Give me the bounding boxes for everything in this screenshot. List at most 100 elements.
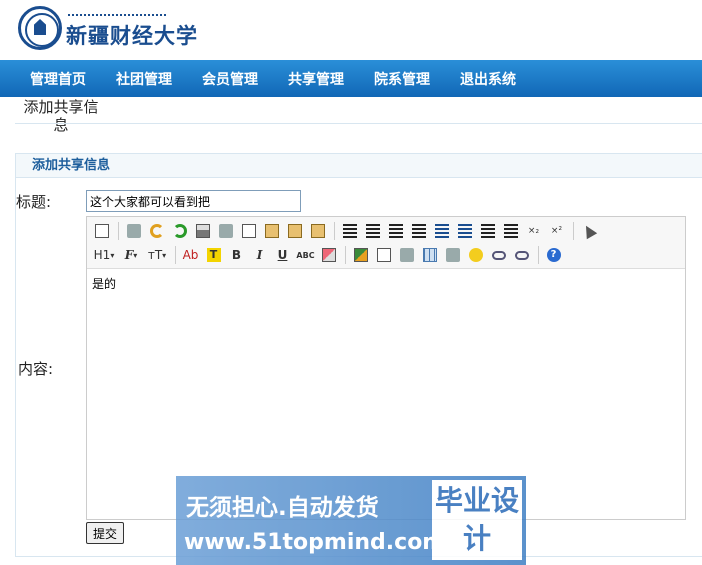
font-icon: F <box>124 248 134 262</box>
toolbar-separator <box>175 246 176 264</box>
help-icon: ? <box>546 248 561 262</box>
strikethrough-button[interactable]: ABC <box>295 245 316 265</box>
university-seal-icon <box>18 6 62 50</box>
italic-button[interactable]: I <box>249 245 270 265</box>
subscript-icon: ×₂ <box>527 226 540 236</box>
cut-button[interactable] <box>215 221 236 241</box>
toolbar-separator <box>538 246 539 264</box>
undo-button[interactable] <box>146 221 167 241</box>
insert-hr-button[interactable] <box>442 245 463 265</box>
submit-button[interactable]: 提交 <box>86 522 124 544</box>
align-center-icon <box>365 224 380 238</box>
heading-dropdown[interactable]: H1 ▾ <box>91 245 117 265</box>
font-family-dropdown[interactable]: F ▾ <box>119 245 143 265</box>
highlight-icon: T <box>206 248 221 262</box>
table-icon <box>422 248 437 262</box>
heading-icon: H1 <box>93 248 111 262</box>
nav-item-home[interactable]: 管理首页 <box>30 69 86 89</box>
insert-table-button[interactable] <box>419 245 440 265</box>
toolbar-separator <box>334 222 335 240</box>
unlink-button[interactable] <box>511 245 532 265</box>
chevron-down-icon: ▾ <box>133 250 138 260</box>
editor-toolbar: ×₂ ×² H1 ▾ F ▾ тT ▾ Ab T B I U ABC ? <box>87 217 685 269</box>
font-color-button[interactable]: Ab <box>180 245 201 265</box>
content-label: 内容: <box>18 360 54 378</box>
align-center-button[interactable] <box>362 221 383 241</box>
nav-item-logout[interactable]: 退出系统 <box>460 69 516 89</box>
insert-video-button[interactable] <box>396 245 417 265</box>
superscript-button[interactable]: ×² <box>546 221 567 241</box>
toolbar-row-1: ×₂ ×² <box>91 219 681 243</box>
underline-icon: U <box>277 248 288 262</box>
underline-button[interactable]: U <box>272 245 293 265</box>
print-button[interactable] <box>192 221 213 241</box>
source-button[interactable] <box>91 221 112 241</box>
horizontal-rule-icon <box>445 248 460 262</box>
ordered-list-button[interactable] <box>431 221 452 241</box>
select-button[interactable] <box>578 221 599 241</box>
logo-uyghur-script <box>68 6 166 16</box>
video-icon <box>399 248 414 262</box>
unordered-list-button[interactable] <box>454 221 475 241</box>
paste-text-icon <box>287 224 302 238</box>
fullscreen-button[interactable] <box>123 221 144 241</box>
strikethrough-icon: ABC <box>296 250 315 260</box>
nav-item-departments[interactable]: 院系管理 <box>374 69 430 89</box>
paste-word-button[interactable] <box>307 221 328 241</box>
emoticon-button[interactable] <box>465 245 486 265</box>
indent-icon <box>480 224 495 238</box>
logo-text: 新疆财经大学 <box>66 23 198 48</box>
remove-format-button[interactable] <box>318 245 339 265</box>
subscript-button[interactable]: ×₂ <box>523 221 544 241</box>
print-icon <box>195 224 210 238</box>
align-right-icon <box>388 224 403 238</box>
scissors-icon <box>218 224 233 238</box>
indent-button[interactable] <box>477 221 498 241</box>
insert-image-button[interactable] <box>350 245 371 265</box>
image-icon <box>353 248 368 262</box>
redo-button[interactable] <box>169 221 190 241</box>
unordered-list-icon <box>457 224 472 238</box>
chevron-down-icon: ▾ <box>110 250 115 260</box>
highlight-button[interactable]: T <box>203 245 224 265</box>
rich-text-editor: ×₂ ×² H1 ▾ F ▾ тT ▾ Ab T B I U ABC ? 是的 <box>86 216 686 520</box>
redo-icon <box>172 224 187 238</box>
panel-title: 添加共享信息 <box>16 154 702 178</box>
toolbar-row-2: H1 ▾ F ▾ тT ▾ Ab T B I U ABC ? <box>91 243 681 267</box>
nav-item-members[interactable]: 会员管理 <box>202 69 258 89</box>
link-button[interactable] <box>488 245 509 265</box>
justify-icon <box>411 224 426 238</box>
font-color-icon: Ab <box>182 248 199 262</box>
smile-icon <box>468 248 483 262</box>
align-right-button[interactable] <box>385 221 406 241</box>
bold-button[interactable]: B <box>226 245 247 265</box>
copy-button[interactable] <box>238 221 259 241</box>
cursor-icon <box>580 222 597 240</box>
paste-button[interactable] <box>261 221 282 241</box>
watermark-url: www.51topmind.com <box>184 530 446 555</box>
toolbar-separator <box>573 222 574 240</box>
nav-item-share[interactable]: 共享管理 <box>288 69 344 89</box>
nav-item-clubs[interactable]: 社团管理 <box>116 69 172 89</box>
watermark-slogan: 无须担心.自动发货 <box>186 495 379 521</box>
help-button[interactable]: ? <box>543 245 564 265</box>
eraser-icon <box>321 248 336 262</box>
unlink-icon <box>514 250 529 260</box>
justify-button[interactable] <box>408 221 429 241</box>
outdent-button[interactable] <box>500 221 521 241</box>
align-left-button[interactable] <box>339 221 360 241</box>
insert-flash-button[interactable] <box>373 245 394 265</box>
fullscreen-icon <box>126 224 141 238</box>
paste-word-icon <box>310 224 325 238</box>
italic-icon: I <box>256 248 263 262</box>
title-input[interactable] <box>86 190 301 212</box>
editor-content-text: 是的 <box>92 277 117 291</box>
watermark-badge: 毕业设计 <box>432 480 522 560</box>
header: 新疆财经大学 <box>0 0 702 60</box>
superscript-icon: ×² <box>550 226 563 236</box>
font-size-dropdown[interactable]: тT ▾ <box>145 245 169 265</box>
link-icon <box>491 250 506 260</box>
paste-icon <box>264 224 279 238</box>
paste-text-button[interactable] <box>284 221 305 241</box>
title-label: 标题: <box>16 193 52 211</box>
